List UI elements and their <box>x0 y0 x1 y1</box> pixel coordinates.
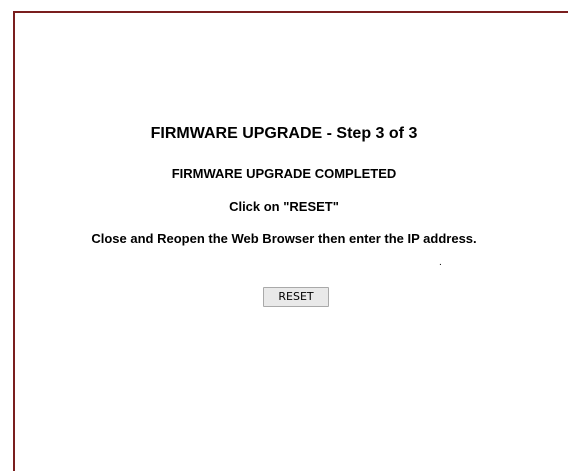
reset-button[interactable]: RESET <box>263 287 329 307</box>
browser-instruction: Close and Reopen the Web Browser then en… <box>91 231 477 246</box>
page-title: FIRMWARE UPGRADE - Step 3 of 3 <box>150 125 418 142</box>
stray-dot: . <box>439 257 442 268</box>
click-reset-instruction: Click on "RESET" <box>229 199 339 214</box>
upgrade-status-text: FIRMWARE UPGRADE COMPLETED <box>171 166 397 181</box>
